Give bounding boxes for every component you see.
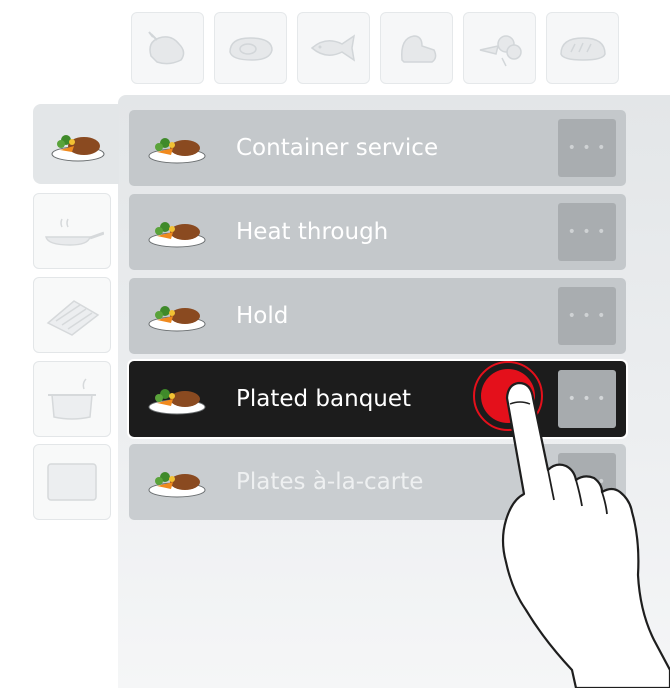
- pointing-hand-icon: [501, 381, 670, 688]
